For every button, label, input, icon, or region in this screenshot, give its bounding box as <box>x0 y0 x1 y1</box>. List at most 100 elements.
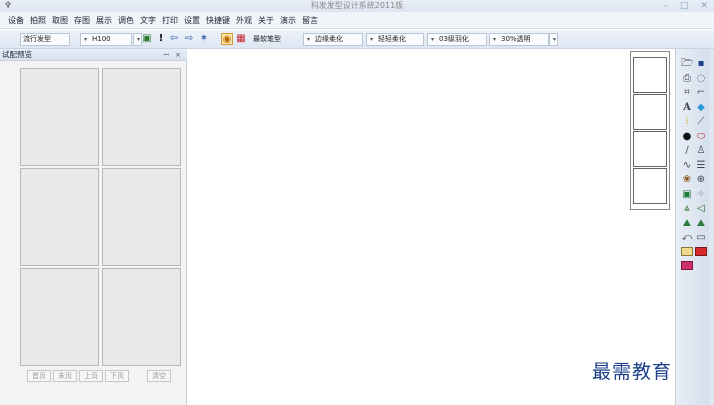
mountain-icon[interactable]: ⛰ <box>681 218 693 230</box>
color-picker-icon[interactable]: ❀ <box>681 174 693 186</box>
feather-select[interactable]: ▾ 03级羽化 <box>427 33 487 46</box>
hairstyle-select[interactable]: 流行发型 <box>20 33 70 46</box>
menu-text[interactable]: 文字 <box>140 12 156 29</box>
grid-cell[interactable] <box>633 57 667 93</box>
chevron-down-icon: ▾ <box>552 36 556 43</box>
last-page-button[interactable]: 末页 <box>53 370 77 382</box>
right-toolbox: 🗁 ▪ ⎙ ◌ ⌗ ⌐ A ◆ ⁝ ⟋ ● ⬭ ∕ ♙ ∿ ☰ ❀ ⊕ ▣ ✧ … <box>675 49 709 405</box>
landscape-icon[interactable]: ⛰ <box>695 218 707 230</box>
brush-dot-icon[interactable]: ● <box>681 131 693 143</box>
menu-appearance[interactable]: 外观 <box>236 12 252 29</box>
zoom-icon[interactable]: ⊕ <box>695 174 707 186</box>
rectangle-icon[interactable]: ▭ <box>695 232 707 244</box>
pin-icon[interactable]: ꟷ <box>163 49 169 61</box>
title-bar: ♆ 科发发型设计系统2011版 – □ ✕ <box>0 0 714 12</box>
next-page-button[interactable]: 下页 <box>105 370 129 382</box>
stamp-icon[interactable]: ♙ <box>695 145 707 157</box>
first-page-button[interactable]: 首页 <box>27 370 51 382</box>
panel-close-icon[interactable]: × <box>175 49 181 61</box>
edge-select[interactable]: ▾ 边缘柔化 <box>303 33 363 46</box>
preview-panel-header: 试配预览 ꟷ × <box>0 49 187 61</box>
hairstyle-select-value: 流行发型 <box>23 35 51 43</box>
exclamation-icon[interactable]: ! <box>155 33 167 45</box>
smudge-icon[interactable]: ∿ <box>681 160 693 172</box>
menu-display[interactable]: 展示 <box>96 12 112 29</box>
menu-about[interactable]: 关于 <box>258 12 274 29</box>
arrow-left-icon[interactable]: ⇦ <box>168 33 180 45</box>
yellow-swatch[interactable] <box>681 247 693 256</box>
pink-swatch[interactable] <box>681 261 693 270</box>
grid-icon[interactable]: ▦ <box>235 33 247 45</box>
opacity-select[interactable]: ▾ 30%透明 <box>489 33 549 46</box>
prev-page-button[interactable]: 上页 <box>79 370 103 382</box>
menu-demo[interactable]: 演示 <box>280 12 296 29</box>
menu-message[interactable]: 留言 <box>302 12 318 29</box>
soft-select[interactable]: ▾ 轻轻柔化 <box>366 33 424 46</box>
pen-select-value: 最软笔型 <box>253 35 281 43</box>
magic-wand-icon[interactable]: ✶ <box>198 33 210 45</box>
maximize-button[interactable]: □ <box>680 0 689 12</box>
image-icon[interactable]: ▣ <box>141 33 153 45</box>
menu-device[interactable]: 设备 <box>8 12 24 29</box>
opacity-select-dropdown[interactable]: ▾ <box>549 33 558 46</box>
grid-cell[interactable] <box>633 168 667 204</box>
main-toolbar: 流行发型 ▾ H100 ▾ ▣ ! ⇦ ⇨ ✶ ◉ ▦ 最软笔型 ▾ 边缘柔化 … <box>0 30 714 49</box>
spray-icon[interactable]: ⁝ <box>681 116 693 128</box>
right-edge-bar <box>709 49 714 405</box>
grid-cell[interactable] <box>633 131 667 167</box>
print-icon[interactable]: ⎙ <box>681 73 693 85</box>
drop-icon[interactable]: ◆ <box>695 102 707 114</box>
open-folder-icon[interactable]: 🗁 <box>681 58 693 70</box>
minimize-button[interactable]: – <box>663 0 668 12</box>
watermark: 最需教育 <box>592 361 673 383</box>
flip-vertical-icon[interactable]: ◁ <box>695 203 707 215</box>
window-title: 科发发型设计系统2011版 <box>310 1 404 10</box>
layer-grid-panel <box>630 51 670 210</box>
menu-save-image[interactable]: 存图 <box>74 12 90 29</box>
arrow-right-icon[interactable]: ⇨ <box>183 33 195 45</box>
menu-print[interactable]: 打印 <box>162 12 178 29</box>
preview-panel-title: 试配预览 <box>2 50 32 59</box>
flip-horizontal-icon[interactable]: ⩓ <box>681 203 693 215</box>
chevron-down-icon: ▾ <box>83 36 87 43</box>
save-icon[interactable]: ▪ <box>695 58 707 70</box>
close-button[interactable]: ✕ <box>700 0 708 12</box>
chevron-down-icon: ▾ <box>430 36 434 43</box>
undo-icon[interactable]: ⤺ <box>681 232 693 244</box>
lasso-icon[interactable]: ◌ <box>695 73 707 85</box>
menu-bar: 设备 拍照 取图 存图 展示 调色 文字 打印 设置 快捷键 外观 关于 演示 … <box>0 12 714 29</box>
menu-photo[interactable]: 拍照 <box>30 12 46 29</box>
crop-icon[interactable]: ⌗ <box>681 87 693 99</box>
preview-panel: 首页 末页 上页 下页 清空 <box>0 61 187 405</box>
chevron-down-icon: ▾ <box>369 36 373 43</box>
preview-thumbnail[interactable] <box>20 268 99 366</box>
clear-button[interactable]: 清空 <box>147 370 171 382</box>
menu-shortcuts[interactable]: 快捷键 <box>206 12 230 29</box>
red-swatch[interactable] <box>695 247 707 256</box>
grid-cell[interactable] <box>633 94 667 130</box>
chevron-down-icon: ▾ <box>306 36 310 43</box>
pen-select[interactable]: 最软笔型 <box>250 33 300 46</box>
main-canvas[interactable] <box>188 49 675 405</box>
panel-controls: ꟷ × <box>163 49 181 61</box>
text-icon[interactable]: A <box>681 102 693 114</box>
layers-icon[interactable]: ☰ <box>695 160 707 172</box>
chevron-down-icon: ▾ <box>492 36 496 43</box>
preview-thumbnail[interactable] <box>102 268 181 366</box>
eye-icon[interactable]: ◉ <box>221 33 233 45</box>
image-frame-icon[interactable]: ▣ <box>681 189 693 201</box>
wand-icon[interactable]: ✧ <box>695 189 707 201</box>
code-select[interactable]: ▾ H100 <box>80 33 132 46</box>
window-controls: – □ ✕ <box>663 0 708 12</box>
trim-icon[interactable]: ⌐ <box>695 87 707 99</box>
eyedropper-icon[interactable]: ⟋ <box>695 116 707 128</box>
menu-settings[interactable]: 设置 <box>184 12 200 29</box>
menu-get-image[interactable]: 取图 <box>52 12 68 29</box>
preview-thumbnail[interactable] <box>102 68 181 166</box>
preview-thumbnail[interactable] <box>20 68 99 166</box>
pen-icon[interactable]: ∕ <box>681 145 693 157</box>
preview-thumbnail[interactable] <box>102 168 181 266</box>
eraser-icon[interactable]: ⬭ <box>695 131 707 143</box>
preview-thumbnail[interactable] <box>20 168 99 266</box>
menu-color[interactable]: 调色 <box>118 12 134 29</box>
